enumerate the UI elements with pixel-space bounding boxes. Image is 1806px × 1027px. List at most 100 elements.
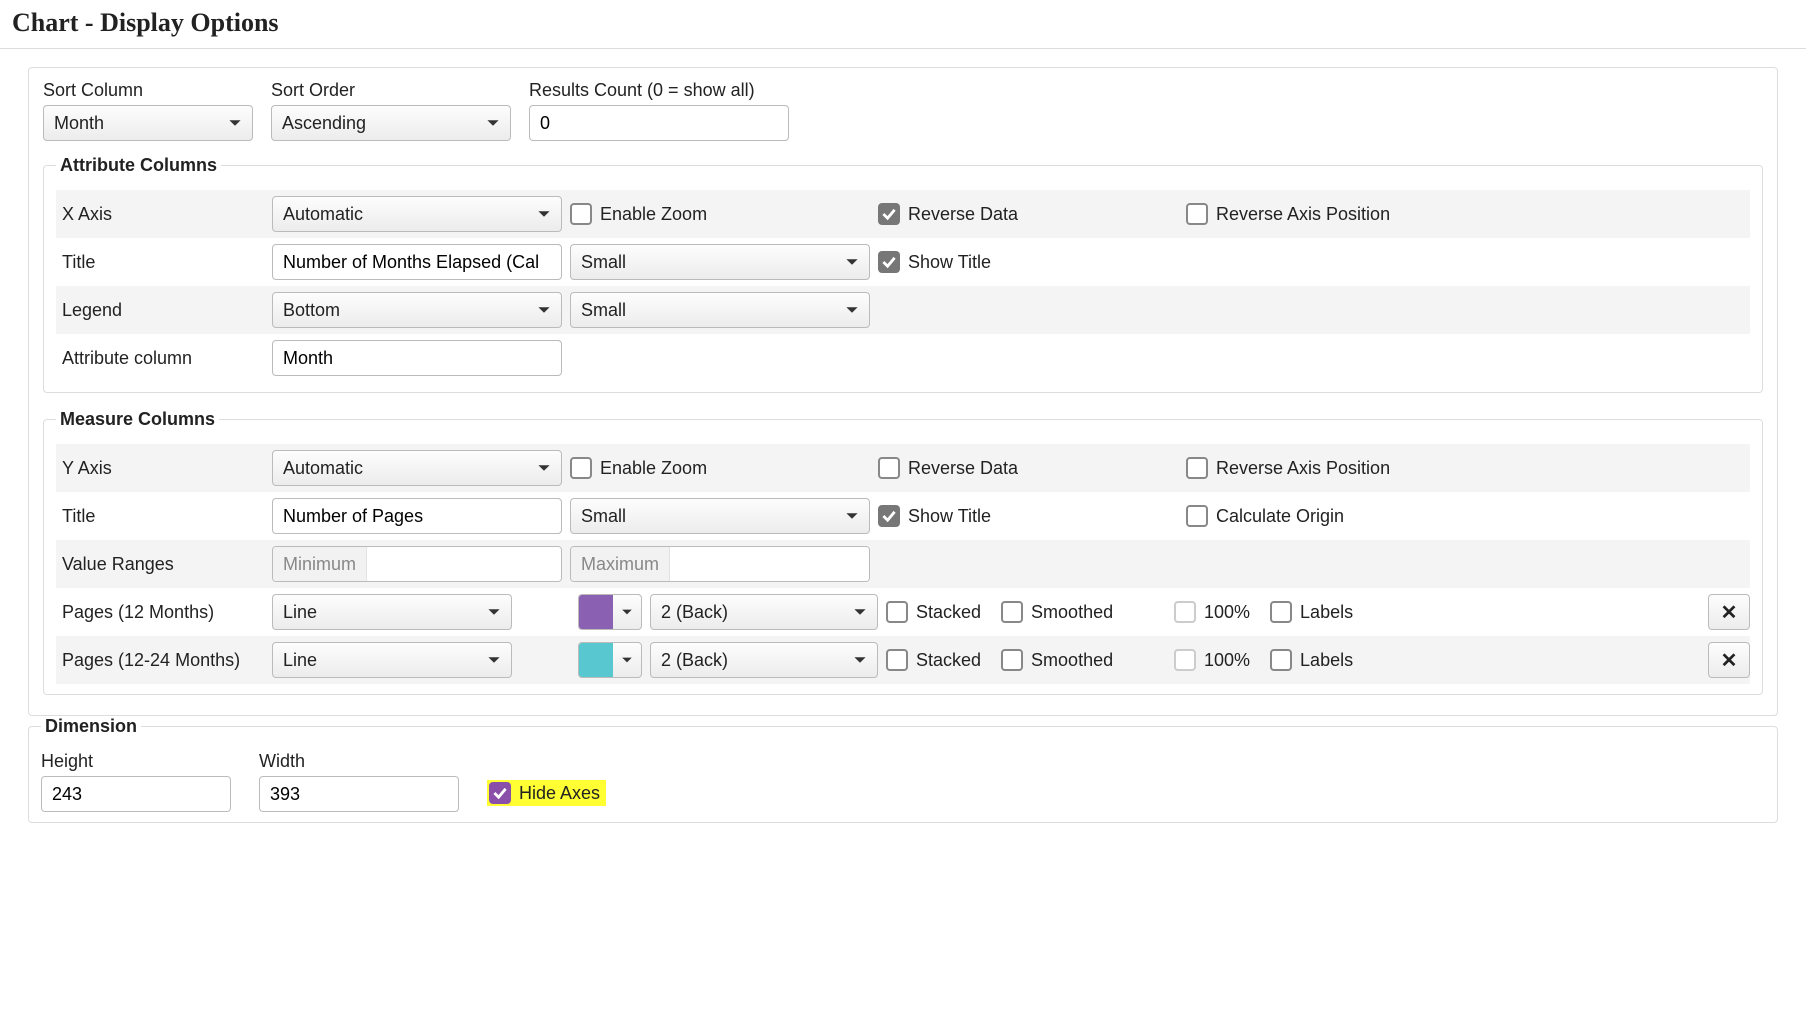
dimension-section: Dimension Height Width Hide Axes xyxy=(28,716,1778,823)
stacked-text: Stacked xyxy=(916,602,981,623)
height-input[interactable] xyxy=(41,776,231,812)
value-ranges-label: Value Ranges xyxy=(56,554,264,575)
series-color-select[interactable] xyxy=(578,594,642,630)
xaxis-reverse-axis-pos-checkbox[interactable]: Reverse Axis Position xyxy=(1186,203,1390,225)
chevron-down-icon xyxy=(487,605,501,619)
meas-title-row: Title Small Show Title Calculate O xyxy=(56,492,1750,540)
chevron-down-icon xyxy=(537,303,551,317)
series-100pct-checkbox[interactable]: 100% xyxy=(1174,601,1250,623)
series-name: Pages (12-24 Months) xyxy=(56,650,264,671)
results-count-input[interactable] xyxy=(529,105,789,141)
checkbox-icon xyxy=(489,782,511,804)
attr-show-title-checkbox[interactable]: Show Title xyxy=(878,251,991,273)
checkbox-icon xyxy=(1174,649,1196,671)
meas-title-size-select[interactable]: Small xyxy=(570,498,870,534)
color-swatch xyxy=(579,595,613,629)
reverse-data-text: Reverse Data xyxy=(908,204,1018,225)
series-labels-checkbox[interactable]: Labels xyxy=(1270,601,1353,623)
sort-order-label: Sort Order xyxy=(271,80,511,101)
checkbox-icon xyxy=(878,203,900,225)
reverse-data-text: Reverse Data xyxy=(908,458,1018,479)
series-name: Pages (12 Months) xyxy=(56,602,264,623)
series-layer-value: 2 (Back) xyxy=(661,602,728,623)
show-title-text: Show Title xyxy=(908,252,991,273)
legend-row: Legend Bottom Small xyxy=(56,286,1750,334)
chevron-down-icon xyxy=(613,606,641,618)
legend-position-select[interactable]: Bottom xyxy=(272,292,562,328)
series-remove-button[interactable]: ✕ xyxy=(1708,594,1750,630)
max-input-wrap: Maximum xyxy=(570,546,870,582)
enable-zoom-text: Enable Zoom xyxy=(600,204,707,225)
xaxis-select[interactable]: Automatic xyxy=(272,196,562,232)
results-count-label: Results Count (0 = show all) xyxy=(529,80,789,101)
hide-axes-checkbox[interactable]: Hide Axes xyxy=(489,782,600,804)
chevron-down-icon xyxy=(845,509,859,523)
xaxis-reverse-data-checkbox[interactable]: Reverse Data xyxy=(878,203,1018,225)
height-label: Height xyxy=(41,751,231,772)
series-type-select[interactable]: Line xyxy=(272,594,512,630)
meas-show-title-checkbox[interactable]: Show Title xyxy=(878,505,991,527)
chevron-down-icon xyxy=(537,461,551,475)
series-type-select[interactable]: Line xyxy=(272,642,512,678)
series-smoothed-checkbox[interactable]: Smoothed xyxy=(1001,649,1113,671)
series-stacked-checkbox[interactable]: Stacked xyxy=(886,601,981,623)
close-icon: ✕ xyxy=(1721,600,1738,625)
min-input[interactable] xyxy=(367,547,561,581)
yaxis-value: Automatic xyxy=(283,458,363,479)
attr-column-label: Attribute column xyxy=(56,348,264,369)
yaxis-reverse-axis-pos-checkbox[interactable]: Reverse Axis Position xyxy=(1186,457,1390,479)
yaxis-enable-zoom-checkbox[interactable]: Enable Zoom xyxy=(570,457,707,479)
reverse-axis-pos-text: Reverse Axis Position xyxy=(1216,204,1390,225)
reverse-axis-pos-text: Reverse Axis Position xyxy=(1216,458,1390,479)
width-label: Width xyxy=(259,751,459,772)
chevron-down-icon xyxy=(228,116,242,130)
max-input[interactable] xyxy=(670,547,869,581)
attr-column-input[interactable] xyxy=(272,340,562,376)
checkbox-icon xyxy=(1186,505,1208,527)
legend-label: Legend xyxy=(56,300,264,321)
checkbox-icon xyxy=(886,601,908,623)
series-layer-value: 2 (Back) xyxy=(661,650,728,671)
max-placeholder: Maximum xyxy=(571,547,670,581)
series-smoothed-checkbox[interactable]: Smoothed xyxy=(1001,601,1113,623)
series-color-select[interactable] xyxy=(578,642,642,678)
series-labels-checkbox[interactable]: Labels xyxy=(1270,649,1353,671)
yaxis-label: Y Axis xyxy=(56,458,264,479)
sort-column-select[interactable]: Month xyxy=(43,105,253,141)
xaxis-enable-zoom-checkbox[interactable]: Enable Zoom xyxy=(570,203,707,225)
hide-axes-text: Hide Axes xyxy=(519,783,600,804)
series-row: Pages (12-24 Months) Line 2 (Back) xyxy=(56,636,1750,684)
attr-title-size-select[interactable]: Small xyxy=(570,244,870,280)
chevron-down-icon xyxy=(487,653,501,667)
attr-title-input[interactable] xyxy=(272,244,562,280)
meas-title-input[interactable] xyxy=(272,498,562,534)
labels-text: Labels xyxy=(1300,650,1353,671)
sort-order-select[interactable]: Ascending xyxy=(271,105,511,141)
chevron-down-icon xyxy=(853,605,867,619)
legend-size-select[interactable]: Small xyxy=(570,292,870,328)
series-layer-select[interactable]: 2 (Back) xyxy=(650,642,878,678)
chevron-down-icon xyxy=(613,654,641,666)
series-remove-button[interactable]: ✕ xyxy=(1708,642,1750,678)
calculate-origin-checkbox[interactable]: Calculate Origin xyxy=(1186,505,1344,527)
yaxis-select[interactable]: Automatic xyxy=(272,450,562,486)
value-ranges-row: Value Ranges Minimum Maximum xyxy=(56,540,1750,588)
checkbox-icon xyxy=(1186,203,1208,225)
series-100pct-checkbox[interactable]: 100% xyxy=(1174,649,1250,671)
chevron-down-icon xyxy=(845,255,859,269)
width-input[interactable] xyxy=(259,776,459,812)
checkbox-icon xyxy=(1001,649,1023,671)
options-panel: Sort Column Month Sort Order Ascending R… xyxy=(28,67,1778,716)
attribute-columns-legend: Attribute Columns xyxy=(56,155,221,176)
show-title-text: Show Title xyxy=(908,506,991,527)
measure-columns-section: Measure Columns Y Axis Automatic Enable … xyxy=(43,409,1763,695)
series-layer-select[interactable]: 2 (Back) xyxy=(650,594,878,630)
series-type-value: Line xyxy=(283,650,317,671)
checkbox-icon xyxy=(570,203,592,225)
series-stacked-checkbox[interactable]: Stacked xyxy=(886,649,981,671)
yaxis-reverse-data-checkbox[interactable]: Reverse Data xyxy=(878,457,1018,479)
min-placeholder: Minimum xyxy=(273,547,367,581)
calculate-origin-text: Calculate Origin xyxy=(1216,506,1344,527)
chevron-down-icon xyxy=(486,116,500,130)
xaxis-value: Automatic xyxy=(283,204,363,225)
